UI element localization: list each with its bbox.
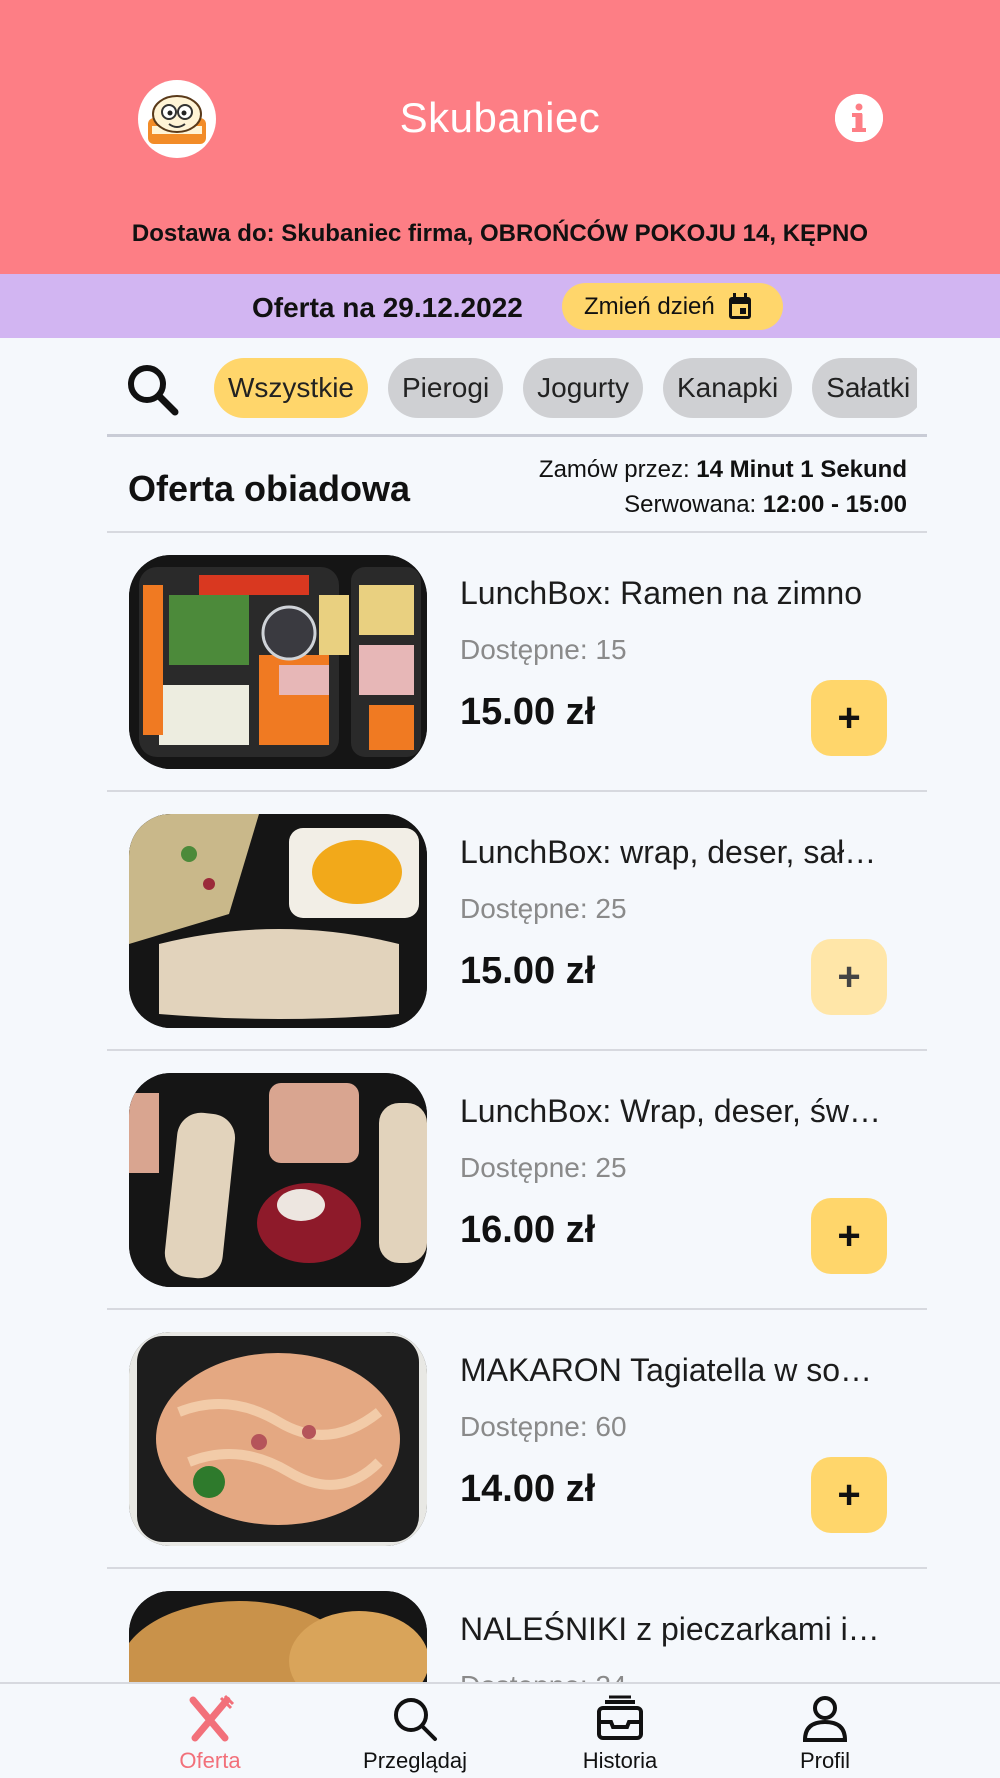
ramen-lunchbox-photo <box>129 555 427 769</box>
chip-pierogi[interactable]: Pierogi <box>388 358 504 418</box>
delivery-address[interactable]: Dostawa do: Skubaniec firma, OBROŃCÓW PO… <box>0 220 1000 248</box>
chip-salatki[interactable]: Sałatki <box>812 358 917 418</box>
item-name: NALEŚNIKI z pieczarkami i… <box>460 1611 880 1647</box>
app-header: Skubaniec Dostawa do: Skubaniec firma, O… <box>0 0 1000 274</box>
nav-historia[interactable]: Historia <box>520 1684 720 1778</box>
order-deadline-info: Zamów przez: 14 Minut 1 Sekund Serwowana… <box>539 452 907 522</box>
served-label: Serwowana: <box>624 491 757 518</box>
inbox-tray-icon <box>597 1695 643 1740</box>
tagliatelle-photo <box>129 1332 427 1546</box>
add-to-cart-button[interactable]: + <box>811 680 887 756</box>
chip-kanapki[interactable]: Kanapki <box>663 358 793 418</box>
order-by-value: 14 Minut 1 Sekund <box>696 456 907 483</box>
nav-label: Przeglądaj <box>363 1748 467 1773</box>
item-availability: Dostępne: 15 <box>460 634 627 665</box>
item-availability: Dostępne: 25 <box>460 1152 627 1183</box>
item-availability: Dostępne: 25 <box>460 893 627 924</box>
offer-date-bar: Oferta na 29.12.2022 Zmień dzień <box>0 274 1000 338</box>
info-icon[interactable] <box>835 94 883 142</box>
chip-wszystkie[interactable]: Wszystkie <box>214 358 368 418</box>
menu-item[interactable]: LunchBox: Ramen na zimno Dostępne: 15 15… <box>107 533 927 792</box>
bottom-navigation: Oferta Przeglądaj Historia Profil <box>0 1682 1000 1778</box>
item-price: 16.00 zł <box>460 1209 596 1251</box>
chip-jogurty[interactable]: Jogurty <box>523 358 643 418</box>
order-by-label: Zamów przez: <box>538 456 690 483</box>
wrap-dessert-photo <box>129 1073 427 1287</box>
menu-item[interactable]: LunchBox: wrap, deser, sał… Dostępne: 25… <box>107 792 927 1051</box>
offer-date: Oferta na 29.12.2022 <box>252 292 523 323</box>
item-name: MAKARON Tagiatella w so… <box>460 1352 872 1388</box>
wrap-dessert-salad-photo <box>129 814 427 1028</box>
chip-list: Wszystkie Pierogi Jogurty Kanapki Sałatki <box>214 358 917 420</box>
menu-item[interactable]: NALEŚNIKI z pieczarkami i… Dostępne: 24 <box>107 1569 927 1682</box>
pancakes-photo <box>129 1591 427 1682</box>
nav-label: Oferta <box>179 1748 241 1773</box>
item-availability: Dostępne: 24 <box>460 1670 627 1682</box>
category-filters: Wszystkie Pierogi Jogurty Kanapki Sałatki <box>0 338 1000 438</box>
nav-oferta[interactable]: Oferta <box>110 1684 310 1778</box>
nav-label: Historia <box>582 1748 658 1773</box>
add-to-cart-button[interactable]: + <box>811 939 887 1015</box>
search-icon[interactable] <box>125 362 181 418</box>
calendar-icon <box>728 292 751 319</box>
item-availability: Dostępne: 60 <box>460 1411 627 1442</box>
fork-knife-icon <box>189 1694 235 1742</box>
search-icon <box>394 1698 437 1741</box>
item-name: LunchBox: Wrap, deser, św… <box>460 1093 881 1129</box>
served-value: 12:00 - 15:00 <box>762 491 907 518</box>
section-title: Oferta obiadowa <box>128 468 411 509</box>
item-name: LunchBox: wrap, deser, sał… <box>460 834 877 870</box>
menu-item[interactable]: MAKARON Tagiatella w so… Dostępne: 60 14… <box>107 1310 927 1569</box>
add-to-cart-button[interactable]: + <box>811 1198 887 1274</box>
menu-item[interactable]: LunchBox: Wrap, deser, św… Dostępne: 25 … <box>107 1051 927 1310</box>
change-day-label: Zmień dzień <box>584 292 715 320</box>
item-price: 15.00 zł <box>460 691 596 733</box>
item-price: 14.00 zł <box>460 1468 596 1510</box>
divider <box>107 434 927 437</box>
nav-przegladaj[interactable]: Przeglądaj <box>315 1684 515 1778</box>
person-icon <box>802 1696 848 1742</box>
nav-profil[interactable]: Profil <box>725 1684 925 1778</box>
item-name: LunchBox: Ramen na zimno <box>460 575 862 611</box>
item-price: 15.00 zł <box>460 950 596 992</box>
add-to-cart-button[interactable]: + <box>811 1457 887 1533</box>
nav-label: Profil <box>799 1748 851 1773</box>
change-day-button[interactable]: Zmień dzień <box>562 283 783 330</box>
